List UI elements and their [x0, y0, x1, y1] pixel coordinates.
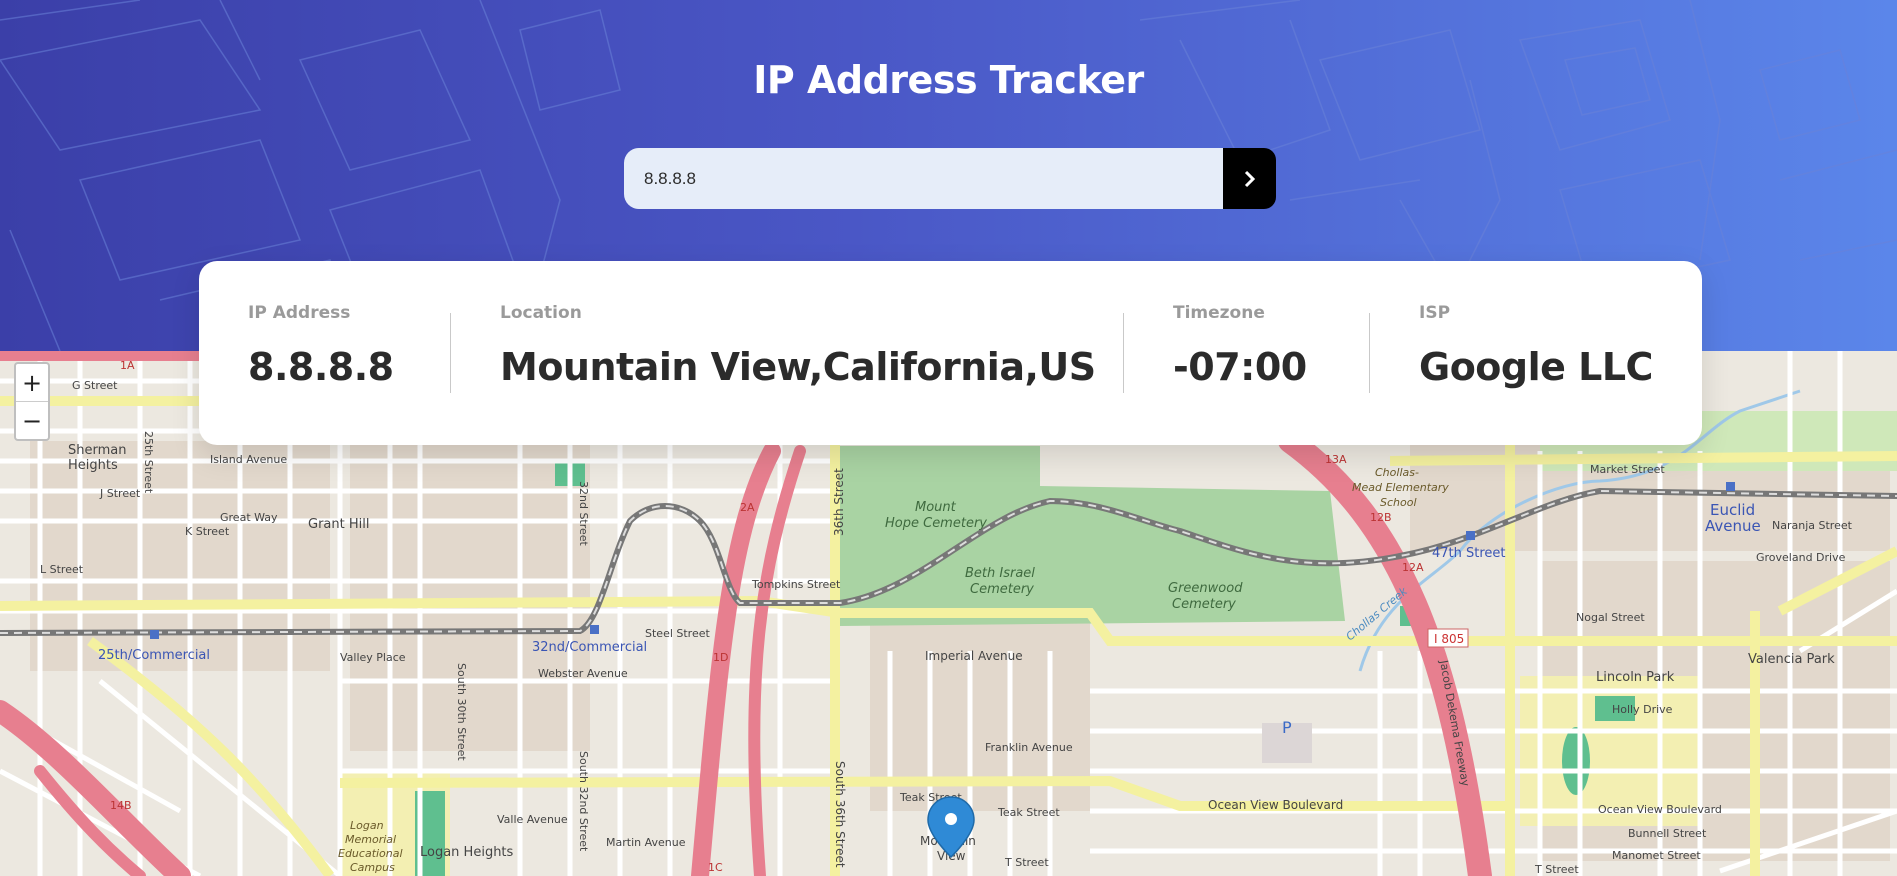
location-value: Mountain View,California,US	[500, 345, 1096, 389]
isp-label: ISP	[1419, 303, 1451, 323]
zoom-out-button[interactable]: −	[16, 402, 48, 439]
label-grant-hill: Grant Hill	[308, 517, 369, 532]
label-valle: Valle Avenue	[497, 813, 568, 826]
label-route-14b: 14B	[110, 799, 132, 812]
label-franklin: Franklin Avenue	[985, 741, 1073, 754]
label-mount-hope-2: Hope Cemetery	[885, 516, 987, 531]
label-south-32nd: South 32nd Street	[577, 751, 590, 852]
label-l-street: L Street	[40, 563, 84, 576]
label-chollas-3: School	[1380, 496, 1417, 509]
divider	[1123, 313, 1124, 393]
page-title: IP Address Tracker	[753, 58, 1144, 102]
label-valley-place: Valley Place	[340, 651, 406, 664]
label-groveland: Groveland Drive	[1756, 551, 1846, 564]
chevron-right-icon	[1244, 170, 1255, 187]
label-ocean-view-2: Ocean View Boulevard	[1598, 803, 1722, 816]
label-logan-campus-3: Educational	[338, 847, 403, 860]
label-greenwood-1: Greenwood	[1168, 581, 1243, 596]
label-webster: Webster Avenue	[538, 667, 628, 680]
label-mount-hope-1: Mount	[915, 500, 957, 515]
label-sherman: Sherman	[68, 443, 126, 458]
label-holly: Holly Drive	[1612, 703, 1673, 716]
zoom-in-button[interactable]: +	[16, 364, 48, 402]
ip-info-card: IP Address 8.8.8.8 Location Mountain Vie…	[199, 261, 1702, 445]
label-j-street: J Street	[99, 487, 141, 500]
label-lincoln: Lincoln Park	[1596, 670, 1675, 685]
search-submit-button[interactable]	[1223, 148, 1276, 209]
label-g-street: G Street	[72, 379, 118, 392]
label-beth-1: Beth Israel	[965, 566, 1035, 581]
label-47th-street: 47th Street	[1432, 546, 1506, 561]
timezone-section: Timezone -07:00	[1173, 303, 1307, 389]
label-k-street: K Street	[185, 525, 230, 538]
label-logan-campus-2: Memorial	[345, 833, 396, 846]
label-route-1d: 1D	[713, 651, 728, 664]
label-32nd-commercial: 32nd/Commercial	[532, 640, 647, 655]
label-route-12a: 12A	[1402, 561, 1424, 574]
ip-search-input[interactable]	[624, 148, 1224, 209]
label-32nd-street: 32nd Street	[577, 481, 590, 547]
isp-value: Google LLC	[1419, 345, 1653, 389]
label-greenwood-2: Cemetery	[1172, 597, 1236, 612]
transit-stop-47th	[1466, 531, 1475, 540]
label-ocean-view: Ocean View Boulevard	[1208, 798, 1343, 812]
label-heights: Heights	[68, 458, 118, 473]
ip-address-value: 8.8.8.8	[248, 345, 394, 389]
label-t-street-1: T Street	[1004, 856, 1049, 869]
label-25th-commercial: 25th/Commercial	[98, 648, 210, 663]
track-field	[1562, 727, 1590, 795]
label-market: Market Street	[1590, 463, 1665, 476]
location-section: Location Mountain View,California,US	[500, 303, 1096, 389]
label-route-2a: 2A	[740, 501, 755, 514]
label-route-13a: 13A	[1325, 453, 1347, 466]
transit-stop-25th	[150, 630, 159, 639]
label-36th-street: 36th Street	[832, 468, 846, 536]
label-teak-2: Teak Street	[997, 806, 1060, 819]
zoom-control: + −	[14, 362, 50, 441]
ip-address-section: IP Address 8.8.8.8	[248, 303, 394, 389]
label-logan-campus-1: Logan	[350, 819, 384, 832]
label-imperial: Imperial Avenue	[925, 649, 1023, 663]
label-25th-street: 25th Street	[142, 431, 155, 494]
label-naranja: Naranja Street	[1772, 519, 1853, 532]
label-chollas-1: Chollas-	[1375, 466, 1419, 479]
transit-stop-euclid	[1726, 482, 1735, 491]
location-label: Location	[500, 303, 582, 323]
label-tompkins: Tompkins Street	[751, 578, 841, 591]
label-steel: Steel Street	[645, 627, 710, 640]
ip-address-label: IP Address	[248, 303, 351, 323]
divider	[1369, 313, 1370, 393]
label-manomet: Manomet Street	[1612, 849, 1701, 862]
label-route-12b: 12B	[1370, 511, 1392, 524]
label-beth-2: Cemetery	[970, 582, 1034, 597]
label-route-1a: 1A	[120, 359, 135, 372]
label-i805: I 805	[1434, 632, 1464, 646]
label-south-36th: South 36th Street	[833, 761, 847, 868]
label-chollas-2: Mead Elementary	[1352, 481, 1449, 494]
timezone-label: Timezone	[1173, 303, 1265, 323]
label-parking: P	[1282, 718, 1292, 737]
label-logan-campus-4: Campus	[350, 861, 395, 874]
search-form	[624, 148, 1276, 209]
timezone-value: -07:00	[1173, 345, 1307, 389]
label-bunnell: Bunnell Street	[1628, 827, 1707, 840]
label-valencia: Valencia Park	[1748, 652, 1835, 667]
label-route-1c: 1C	[708, 861, 723, 874]
label-island-ave: Island Avenue	[210, 453, 287, 466]
divider	[450, 313, 451, 393]
transit-stop-32nd	[590, 625, 599, 634]
label-euclid-2: Avenue	[1705, 517, 1761, 535]
isp-section: ISP Google LLC	[1419, 303, 1653, 389]
label-nogal: Nogal Street	[1576, 611, 1645, 624]
label-logan-heights: Logan Heights	[420, 845, 514, 860]
label-t-street-2: T Street	[1534, 863, 1579, 876]
label-great-way: Great Way	[220, 511, 278, 524]
label-martin: Martin Avenue	[606, 836, 686, 849]
label-south-30th: South 30th Street	[455, 663, 468, 761]
